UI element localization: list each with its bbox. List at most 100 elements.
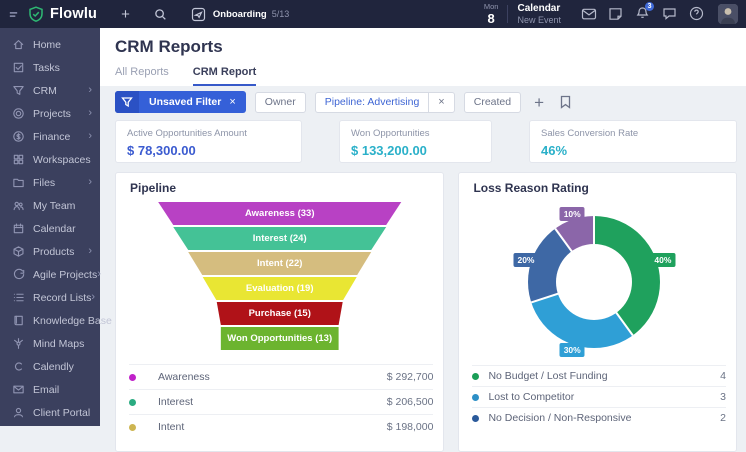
slice-percent-label: 10% xyxy=(560,207,585,221)
mail-icon[interactable] xyxy=(575,7,602,21)
onboarding-progress[interactable]: Onboarding 5/13 xyxy=(191,7,289,22)
sidebar-item-home[interactable]: Home xyxy=(0,33,100,56)
legend-value: $ 292,700 xyxy=(387,371,434,383)
sidebar-item-crm[interactable]: CRM › xyxy=(0,79,100,102)
add-filter-icon[interactable]: + xyxy=(534,94,544,111)
charts-row: Pipeline Awareness (33)Interest (24)Inte… xyxy=(115,172,737,452)
sidebar-item-label: Calendar xyxy=(33,223,76,235)
divider xyxy=(507,5,508,23)
sidebar-item-email[interactable]: Email xyxy=(0,378,100,401)
calendly-icon xyxy=(12,360,25,373)
legend-row-interest: Interest$ 206,500 xyxy=(129,389,433,414)
sidebar-item-client-portal[interactable]: Client Portal xyxy=(0,401,100,424)
chip-owner[interactable]: Owner xyxy=(255,92,306,113)
user-avatar[interactable] xyxy=(718,4,738,24)
top-bar: Flowlu + Onboarding 5/13 Mon 8 Calendar … xyxy=(0,0,746,28)
new-event-link: New Event xyxy=(517,15,561,26)
sidebar-item-workspaces[interactable]: Workspaces xyxy=(0,148,100,171)
pipeline-legend: Awareness$ 292,700Interest$ 206,500Inten… xyxy=(116,364,443,439)
crm-icon xyxy=(12,84,25,97)
sidebar-item-label: Agile Projects xyxy=(33,269,97,281)
email-icon xyxy=(12,383,25,396)
notification-badge: 3 xyxy=(645,2,654,11)
chevron-right-icon: › xyxy=(88,108,92,119)
legend-dot xyxy=(129,374,136,381)
kpi-label: Sales Conversion Rate xyxy=(541,128,725,139)
onboarding-count: 5/13 xyxy=(272,9,290,19)
menu-icon[interactable] xyxy=(8,9,19,20)
donut-chart: 40%30%20%10% xyxy=(459,201,736,365)
funnel-stage-awareness: Awareness (33) xyxy=(129,202,431,225)
flowlu-logo[interactable]: Flowlu xyxy=(28,6,97,23)
onboarding-icon xyxy=(191,7,206,22)
legend-dot xyxy=(129,399,136,406)
sidebar-item-tasks[interactable]: Tasks xyxy=(0,56,100,79)
date-widget[interactable]: Mon 8 xyxy=(484,3,499,25)
legend-label: Intent xyxy=(158,421,184,433)
funnel-chart: Awareness (33)Interest (24)Intent (22)Ev… xyxy=(129,202,431,350)
sidebar-item-label: Email xyxy=(33,384,59,396)
help-icon[interactable] xyxy=(683,6,710,21)
filter-button-label: Unsaved Filter xyxy=(149,96,221,108)
filter-funnel-icon[interactable] xyxy=(115,91,139,113)
client-portal-icon xyxy=(12,406,25,419)
slice-percent-label: 40% xyxy=(650,253,675,267)
quick-add-icon[interactable]: + xyxy=(121,7,130,22)
sidebar-item-mind-maps[interactable]: Mind Maps xyxy=(0,332,100,355)
legend-row-lost-to-competitor: Lost to Competitor3 xyxy=(472,386,726,407)
chip-created[interactable]: Created xyxy=(464,92,521,113)
tab-crm-report[interactable]: CRM Report xyxy=(193,66,257,86)
sidebar-item-finance[interactable]: Finance› xyxy=(0,125,100,148)
funnel-stage-intent: Intent (22) xyxy=(129,252,431,275)
calendar-icon xyxy=(12,222,25,235)
kpi-card-won-opportunities: Won Opportunities$ 133,200.00 xyxy=(339,120,492,163)
slice-percent-label: 20% xyxy=(513,253,538,267)
sidebar-item-projects[interactable]: Projects › xyxy=(0,102,100,125)
kpi-row: Active Opportunities Amount$ 78,300.00Wo… xyxy=(115,120,737,163)
filter-bar: Unsaved Filter × Owner Pipeline: Adverti… xyxy=(115,91,737,113)
sidebar-item-label: Calendly xyxy=(33,361,74,373)
tab-all-reports[interactable]: All Reports xyxy=(115,66,169,86)
sidebar-item-label: Workspaces xyxy=(33,154,91,166)
notifications-bell-icon[interactable]: 3 xyxy=(629,6,656,21)
chip-pipeline-close-icon[interactable]: × xyxy=(428,93,453,112)
chip-pipeline-advertising[interactable]: Pipeline: Advertising × xyxy=(315,92,455,113)
sidebar-item-label: Projects xyxy=(33,108,71,120)
sidebar-item-label: Tasks xyxy=(33,62,60,74)
sidebar-item-calendly[interactable]: Calendly xyxy=(0,355,100,378)
sidebar-item-products[interactable]: Products› xyxy=(0,240,100,263)
pipeline-chart-title: Pipeline xyxy=(130,181,429,195)
sidebar-item-label: Client Portal xyxy=(33,407,90,419)
sidebar-item-label: Files xyxy=(33,177,55,189)
sidebar-item-files[interactable]: Files› xyxy=(0,171,100,194)
funnel-stage-won-opportunities: Won Opportunities (13) xyxy=(129,327,431,350)
projects-icon xyxy=(12,107,25,120)
files-icon xyxy=(12,176,25,189)
bookmark-icon[interactable] xyxy=(560,95,571,109)
chip-created-label: Created xyxy=(465,93,520,112)
sidebar-item-label: CRM xyxy=(33,85,57,97)
sidebar-item-record-lists[interactable]: Record Lists› xyxy=(0,286,100,309)
sidebar-item-agile-projects[interactable]: Agile Projects› xyxy=(0,263,100,286)
legend-row-intent: Intent $ 198,000 xyxy=(129,414,433,439)
kpi-value: 46% xyxy=(541,143,725,158)
search-icon[interactable] xyxy=(154,8,167,21)
page-title: CRM Reports xyxy=(115,37,731,57)
notes-icon[interactable] xyxy=(602,7,629,21)
workspaces-icon xyxy=(12,153,25,166)
filter-clear-icon[interactable]: × xyxy=(229,96,235,108)
finance-icon xyxy=(12,130,25,143)
legend-dot xyxy=(472,415,479,422)
chevron-right-icon: › xyxy=(88,85,92,96)
unsaved-filter-button[interactable]: Unsaved Filter × xyxy=(115,91,246,113)
legend-value: $ 198,000 xyxy=(387,421,434,433)
shield-check-icon xyxy=(28,6,44,23)
legend-value: 4 xyxy=(720,370,726,382)
chat-icon[interactable] xyxy=(656,7,683,21)
calendar-quick-panel[interactable]: Calendar New Event xyxy=(517,3,561,26)
sidebar-item-calendar[interactable]: Calendar xyxy=(0,217,100,240)
funnel-stage-purchase: Purchase (15) xyxy=(129,302,431,325)
sidebar-item-my-team[interactable]: My Team xyxy=(0,194,100,217)
pipeline-chart-card: Pipeline Awareness (33)Interest (24)Inte… xyxy=(115,172,444,452)
sidebar-item-knowledge-base[interactable]: Knowledge Base xyxy=(0,309,100,332)
